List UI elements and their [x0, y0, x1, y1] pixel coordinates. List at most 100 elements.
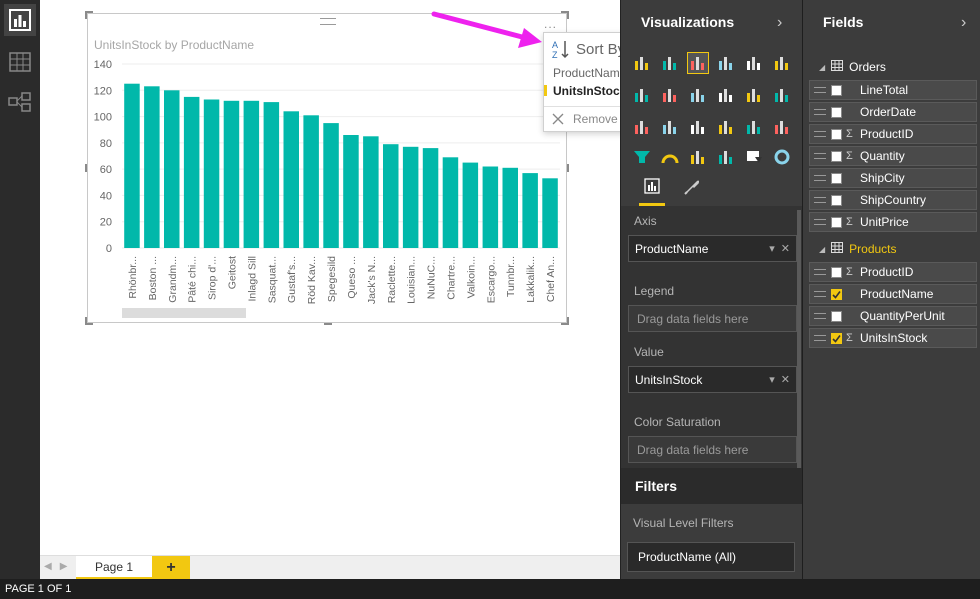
- field-productname[interactable]: ProductName: [809, 284, 977, 304]
- ribbon-chart-icon[interactable]: [743, 84, 765, 106]
- resize-handle[interactable]: [85, 11, 87, 19]
- cluster-chart-icon[interactable]: [659, 52, 681, 74]
- axis-field-well[interactable]: ProductName ▾ ✕: [628, 235, 797, 262]
- drag-grip-icon[interactable]: [814, 197, 826, 203]
- drag-grip-icon[interactable]: [814, 291, 826, 297]
- filled-chart-icon[interactable]: [743, 116, 765, 138]
- table-orders[interactable]: ◢ Orders: [819, 58, 886, 76]
- bar[interactable]: [124, 83, 140, 248]
- bar[interactable]: [223, 100, 240, 248]
- bar[interactable]: [263, 102, 280, 248]
- remove-sort-button[interactable]: Remove: [552, 112, 618, 126]
- bar[interactable]: [383, 144, 399, 248]
- drag-grip-icon[interactable]: [814, 175, 826, 181]
- bar[interactable]: [144, 86, 160, 248]
- bar[interactable]: [363, 136, 379, 248]
- fields-tab[interactable]: [639, 178, 665, 206]
- expand-icon[interactable]: ◢: [819, 63, 825, 72]
- resize-handle[interactable]: [85, 317, 87, 325]
- ring-chart-icon[interactable]: [771, 146, 793, 168]
- field-checkbox[interactable]: [831, 84, 842, 96]
- col100-chart-icon[interactable]: [771, 52, 793, 74]
- chevron-right-icon[interactable]: ›: [961, 14, 966, 32]
- tab-scroll-arrows[interactable]: ◀▶: [44, 561, 75, 572]
- filter-productname[interactable]: ProductName (All): [627, 542, 795, 572]
- field-checkbox[interactable]: [831, 106, 842, 118]
- sort-option-unitsinstock[interactable]: UnitsInStock: [553, 84, 626, 98]
- field-shipcity[interactable]: ShipCity: [809, 168, 977, 188]
- report-view-button[interactable]: [4, 4, 36, 36]
- bar[interactable]: [283, 111, 300, 248]
- horizontal-scrollbar[interactable]: [122, 308, 246, 318]
- close-icon[interactable]: ✕: [781, 242, 790, 255]
- chevron-down-icon[interactable]: ▾: [769, 373, 775, 386]
- bar-chart-visual[interactable]: ... UnitsInStock by ProductName 0 20 40 60 8…: [85, 11, 569, 325]
- drag-grip-icon[interactable]: [814, 87, 826, 93]
- bar[interactable]: [243, 100, 260, 248]
- drag-grip-icon[interactable]: [814, 131, 826, 137]
- field-unitsinstock[interactable]: Σ UnitsInStock: [809, 328, 977, 348]
- field-checkbox[interactable]: [831, 332, 842, 344]
- field-unitprice[interactable]: Σ UnitPrice: [809, 212, 977, 232]
- mapA-chart-icon[interactable]: [631, 116, 653, 138]
- relationships-view-button[interactable]: [4, 86, 36, 118]
- color-saturation-drop-zone[interactable]: Drag data fields here: [628, 436, 797, 463]
- field-shipcountry[interactable]: ShipCountry: [809, 190, 977, 210]
- add-page-button[interactable]: +: [152, 556, 190, 580]
- table-products[interactable]: ◢ Products: [819, 240, 897, 258]
- bar[interactable]: [482, 166, 499, 249]
- field-checkbox[interactable]: [831, 266, 842, 278]
- table-chart-icon[interactable]: [687, 116, 709, 138]
- sort-option-productname[interactable]: ProductName: [553, 66, 626, 80]
- donut-chart-icon[interactable]: [771, 116, 793, 138]
- field-orderdate[interactable]: OrderDate: [809, 102, 977, 122]
- bar[interactable]: [402, 146, 419, 248]
- chevron-right-icon[interactable]: ›: [777, 14, 782, 32]
- bar[interactable]: [343, 135, 359, 248]
- field-checkbox[interactable]: [831, 310, 842, 322]
- drag-grip-icon[interactable]: [814, 335, 826, 341]
- area-chart-icon[interactable]: [659, 84, 681, 106]
- bar[interactable]: [502, 167, 519, 248]
- drag-grip-icon[interactable]: [814, 313, 826, 319]
- gauge-chart-icon[interactable]: [659, 146, 681, 168]
- bar[interactable]: [183, 96, 200, 249]
- drag-grip-icon[interactable]: [814, 219, 826, 225]
- legend-drop-zone[interactable]: Drag data fields here: [628, 305, 797, 332]
- col2-chart-icon[interactable]: [687, 84, 709, 106]
- bar[interactable]: [542, 178, 558, 248]
- matrix-chart-icon[interactable]: [715, 116, 737, 138]
- value-field-well[interactable]: UnitsInStock ▾ ✕: [628, 366, 797, 393]
- kpi-chart-icon[interactable]: [715, 146, 737, 168]
- scatter-chart-icon[interactable]: [771, 84, 793, 106]
- hbar-chart-icon[interactable]: [743, 52, 765, 74]
- chevron-down-icon[interactable]: ▾: [769, 242, 775, 255]
- bar[interactable]: [323, 123, 339, 248]
- bar[interactable]: [164, 90, 180, 248]
- card-chart-icon[interactable]: [687, 146, 709, 168]
- stack-chart-icon[interactable]: [631, 52, 653, 74]
- drag-grip-icon[interactable]: [814, 109, 826, 115]
- drag-grip-icon[interactable]: [814, 153, 826, 159]
- expand-icon[interactable]: ◢: [819, 245, 825, 254]
- field-checkbox[interactable]: [831, 194, 842, 206]
- field-checkbox[interactable]: [831, 150, 842, 162]
- bar-chart-icon[interactable]: [687, 52, 709, 74]
- format-tab[interactable]: [679, 178, 705, 206]
- col3-chart-icon[interactable]: [715, 84, 737, 106]
- bar[interactable]: [522, 173, 538, 248]
- field-linetotal[interactable]: LineTotal: [809, 80, 977, 100]
- field-checkbox[interactable]: [831, 288, 842, 300]
- funnel-chart-icon[interactable]: [631, 146, 653, 168]
- bar[interactable]: [442, 157, 459, 248]
- slicer-chart-icon[interactable]: [743, 146, 765, 168]
- field-checkbox[interactable]: [831, 216, 842, 228]
- field-quantityperunit[interactable]: QuantityPerUnit: [809, 306, 977, 326]
- data-view-button[interactable]: [4, 46, 36, 78]
- mapB-chart-icon[interactable]: [659, 116, 681, 138]
- col-chart-icon[interactable]: [715, 52, 737, 74]
- line-chart-icon[interactable]: [631, 84, 653, 106]
- field-productid[interactable]: Σ ProductID: [809, 262, 977, 282]
- bar[interactable]: [422, 148, 439, 248]
- close-icon[interactable]: ✕: [781, 373, 790, 386]
